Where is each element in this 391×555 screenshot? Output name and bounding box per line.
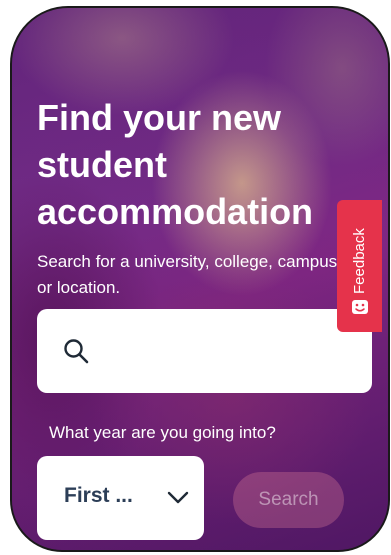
- app-screen: Find your new student accommodation Sear…: [0, 0, 391, 555]
- headline-line-2: student: [37, 143, 167, 185]
- search-button[interactable]: Search: [233, 472, 344, 528]
- search-input[interactable]: [99, 323, 363, 381]
- page-title: Find your new student accommodation: [37, 95, 347, 235]
- chevron-down-icon: [167, 491, 189, 504]
- hero-subtitle: Search for a university, college, campus…: [37, 249, 357, 302]
- year-label: What year are you going into?: [49, 423, 276, 442]
- headline-line-1: Find your new: [37, 97, 282, 138]
- subtitle-line-2: or location.: [37, 278, 121, 298]
- subtitle-line-1: Search for a university, college, campus: [37, 252, 338, 271]
- search-box[interactable]: [37, 309, 372, 393]
- year-select-value: First ...: [64, 484, 133, 507]
- year-select[interactable]: First ...: [37, 456, 204, 540]
- feedback-face-icon: [352, 300, 368, 314]
- feedback-label: Feedback: [351, 228, 368, 294]
- hero-banner: Find your new student accommodation Sear…: [10, 6, 390, 552]
- feedback-tab[interactable]: Feedback: [337, 200, 382, 332]
- headline-line-3: accommodation: [37, 190, 314, 232]
- search-icon: [64, 339, 89, 364]
